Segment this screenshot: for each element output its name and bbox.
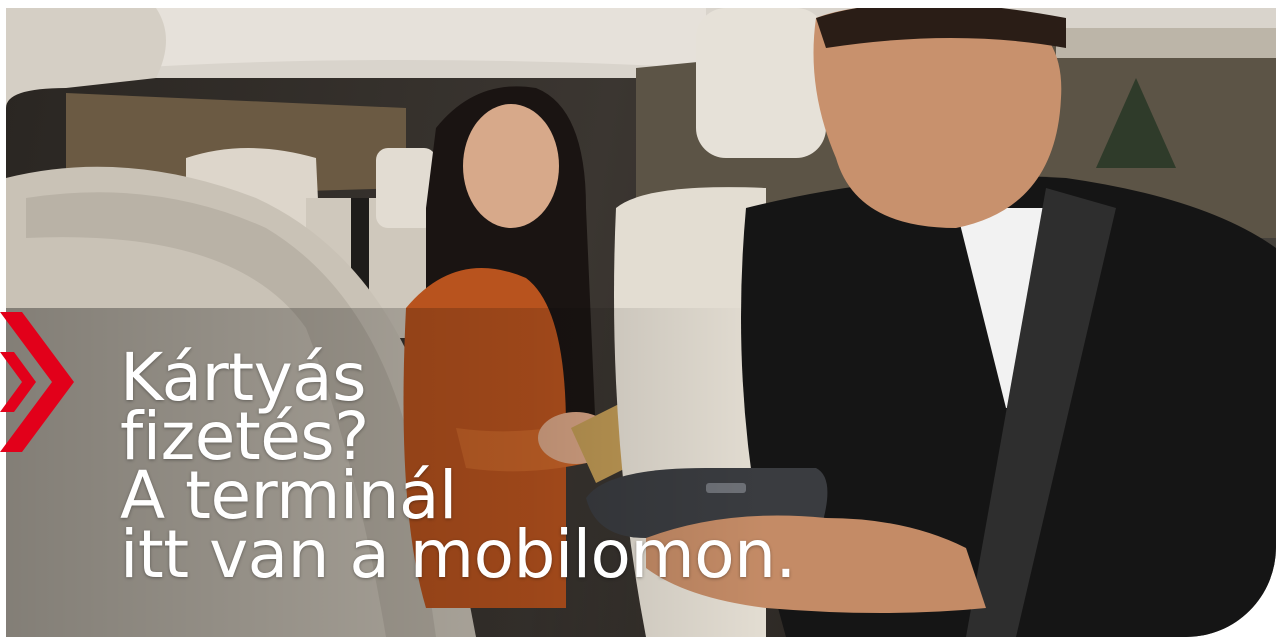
- headline: Kártyás fizetés? A terminál itt van a mo…: [120, 345, 796, 593]
- woman-face: [463, 104, 559, 228]
- driver-headrest: [696, 8, 826, 158]
- double-chevron-right-icon: [0, 312, 74, 452]
- building: [1056, 28, 1276, 58]
- promo-banner: Kártyás fizetés? A terminál itt van a mo…: [0, 0, 1276, 637]
- headline-line-4: itt van a mobilomon.: [120, 516, 796, 593]
- front-headrest-left: [6, 8, 166, 108]
